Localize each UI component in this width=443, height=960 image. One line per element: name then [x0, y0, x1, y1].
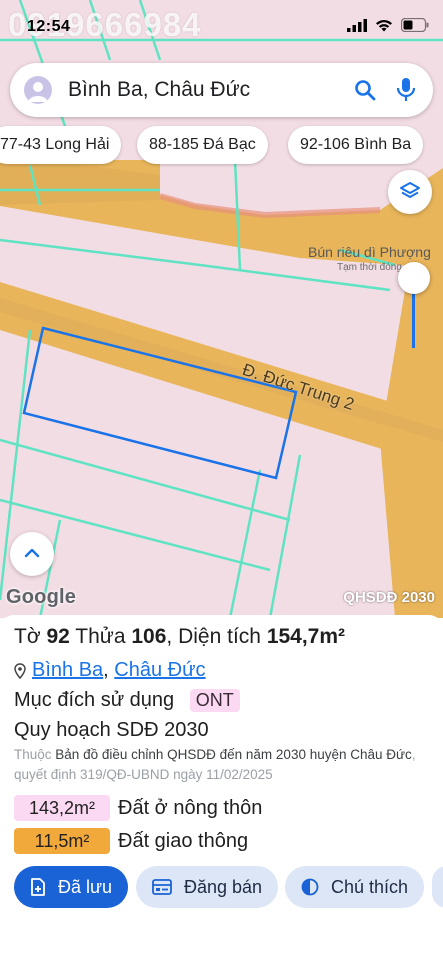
search-icon[interactable]	[353, 78, 377, 102]
location-district-link[interactable]: Châu Đức	[114, 659, 205, 681]
parcel-label: Thửa	[75, 625, 126, 648]
parcel-number: 106	[131, 625, 167, 648]
layers-button[interactable]	[388, 170, 432, 214]
contrast-legend-icon	[301, 878, 319, 896]
status-icons	[347, 18, 429, 32]
battery-icon	[401, 18, 429, 32]
more-actions-button[interactable]	[432, 866, 443, 908]
listing-icon	[152, 879, 172, 895]
area-value: 154,7m²	[266, 625, 346, 648]
sheet-number: 92	[46, 625, 70, 648]
suggestion-chips: 77-43 Long Hải 88-185 Đá Bạc 92-106 Bình…	[0, 126, 443, 164]
location-separator: ,	[103, 659, 109, 681]
post-for-sale-label: Đăng bán	[184, 876, 263, 897]
area-type-label: Đất giao thông	[118, 829, 249, 852]
plan-heading: Quy hoạch SDĐ 2030	[14, 719, 209, 741]
parcel-title: Tờ 92 Thửa 106, Diện tích 154,7m²	[14, 625, 346, 648]
area-type-label: Đất ở nông thôn	[118, 796, 263, 819]
legend-button[interactable]: Chú thích	[285, 866, 425, 908]
profile-avatar-icon[interactable]	[24, 76, 52, 104]
opacity-slider-handle[interactable]	[398, 262, 430, 294]
parcel-location: Bình Ba, Châu Đức	[14, 659, 206, 682]
desc-main[interactable]: Bản đồ điều chỉnh QHSDĐ đến năm 2030 huy…	[55, 747, 412, 762]
area-row-road: 11,5m² Đất giao thông	[14, 827, 248, 855]
status-time: 12:54	[27, 18, 71, 35]
location-pin-icon	[14, 662, 26, 679]
area-value-box: 11,5m²	[14, 828, 110, 854]
area-label: Diện tích	[178, 625, 261, 648]
layer-label: QHSDĐ 2030	[343, 589, 435, 606]
area-value-box: 143,2m²	[14, 795, 110, 821]
microphone-icon[interactable]	[395, 77, 417, 103]
saved-document-icon	[31, 878, 45, 896]
action-buttons: Đã lưu Đăng bán Chú thích	[0, 866, 443, 908]
saved-button-label: Đã lưu	[58, 876, 113, 897]
parcel-info-sheet[interactable]: Tờ 92 Thửa 106, Diện tích 154,7m² Bình B…	[0, 615, 443, 960]
plan-description: Thuộc Bản đồ điều chỉnh QHSDĐ đến năm 20…	[14, 745, 434, 785]
layers-icon	[400, 182, 420, 198]
cellular-signal-icon	[347, 18, 367, 32]
status-bar: 0919666984 12:54	[0, 0, 443, 56]
sheet-label: Tờ	[14, 625, 41, 648]
post-for-sale-button[interactable]: Đăng bán	[136, 866, 279, 908]
area-row-residential: 143,2m² Đất ở nông thôn	[14, 794, 262, 822]
chip-da-bac[interactable]: 88-185 Đá Bạc	[137, 126, 268, 164]
desc-prefix: Thuộc	[14, 747, 52, 762]
purpose-label: Mục đích sử dụng	[14, 689, 175, 711]
location-ward-link[interactable]: Bình Ba	[32, 659, 103, 681]
search-query[interactable]: Bình Ba, Châu Đức	[68, 78, 250, 102]
poi-name[interactable]: Bún riêu dì Phượng	[308, 244, 431, 260]
legend-label: Chú thích	[331, 876, 409, 897]
chip-long-hai[interactable]: 77-43 Long Hải	[0, 126, 122, 164]
chevron-up-icon	[24, 548, 40, 558]
purpose-badge: ONT	[189, 689, 240, 712]
search-bar[interactable]: Bình Ba, Châu Đức	[10, 63, 433, 117]
wifi-icon	[376, 19, 392, 31]
saved-button[interactable]: Đã lưu	[14, 866, 129, 908]
land-use-purpose: Mục đích sử dụng ONT	[14, 689, 240, 712]
map-view[interactable]: 0919666984 12:54 Bình Ba, Châu Đức 77-43…	[0, 0, 443, 618]
expand-button[interactable]	[10, 532, 54, 576]
chip-binh-ba[interactable]: 92-106 Bình Ba	[288, 126, 424, 164]
google-logo: Google	[6, 586, 77, 608]
